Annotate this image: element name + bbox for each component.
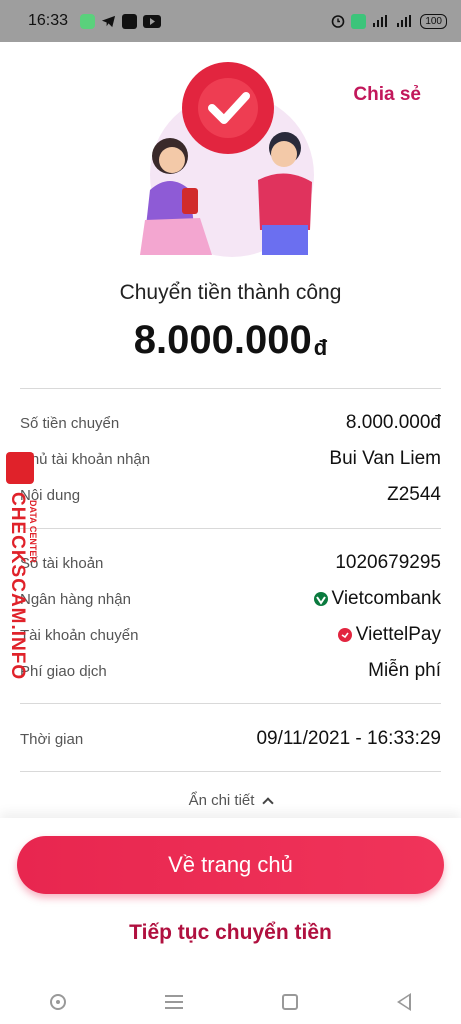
result-title: Chuyển tiền thành công bbox=[119, 281, 342, 304]
notification-icons bbox=[80, 13, 162, 29]
watermark-sub: DATA CENTER bbox=[28, 500, 38, 563]
hide-detail-label: Ẩn chi tiết bbox=[188, 792, 255, 809]
chevron-up-icon bbox=[262, 797, 275, 809]
status-bar: 16:33 100 bbox=[0, 0, 461, 42]
status-time: 16:33 bbox=[28, 12, 69, 29]
bank-name: Vietcombank bbox=[331, 588, 442, 609]
lock-icon bbox=[6, 452, 34, 484]
watermark-brand: CHECKSCAM.INFO bbox=[7, 492, 28, 681]
divider bbox=[20, 703, 441, 704]
detail-value-wallet: ViettelPay bbox=[337, 624, 441, 646]
divider bbox=[20, 771, 441, 772]
amount-value: 8.000.000 bbox=[133, 318, 312, 362]
telegram-icon bbox=[101, 15, 116, 27]
detail-row-recipient: Chủ tài khoản nhận Bui Van Liem bbox=[20, 447, 441, 471]
continue-transfer-link[interactable]: Tiếp tục chuyển tiền bbox=[0, 921, 461, 945]
detail-value: 1020679295 bbox=[335, 552, 441, 573]
battery-icon: 100 bbox=[420, 13, 447, 29]
detail-label: Số tiền chuyển bbox=[20, 414, 120, 432]
detail-row-time: Thời gian 09/11/2021 - 16:33:29 bbox=[20, 727, 441, 751]
hide-detail-toggle[interactable]: Ẩn chi tiết bbox=[0, 792, 461, 809]
detail-value: 8.000.000đ bbox=[345, 412, 441, 433]
detail-label: Thời gian bbox=[20, 730, 84, 748]
detail-value-bank: Vietcombank bbox=[313, 588, 442, 610]
divider bbox=[20, 528, 441, 529]
signal-2-icon bbox=[397, 15, 412, 27]
detail-value: Bui Van Liem bbox=[329, 448, 441, 469]
watermark: CHECKSCAM.INFO DATA CENTER bbox=[2, 452, 50, 680]
home-icon[interactable] bbox=[282, 994, 299, 1010]
app-s-icon bbox=[351, 13, 367, 29]
success-illustration bbox=[140, 62, 314, 257]
recent-apps-icon[interactable] bbox=[164, 995, 183, 1009]
detail-row-source-account: Tài khoản chuyển ViettelPay bbox=[20, 623, 441, 647]
detail-row-account-number: Số tài khoản 1020679295 bbox=[20, 551, 441, 575]
detail-value: Miễn phí bbox=[368, 660, 441, 681]
amount-currency: đ bbox=[313, 335, 328, 360]
alarm-icon bbox=[332, 15, 345, 28]
detail-value: Z2544 bbox=[387, 484, 441, 505]
system-navbar bbox=[0, 980, 461, 1024]
detail-value: 09/11/2021 - 16:33:29 bbox=[256, 728, 441, 749]
system-icons: 100 bbox=[331, 13, 447, 29]
detail-row-amount: Số tiền chuyển 8.000.000đ bbox=[20, 411, 441, 435]
divider bbox=[20, 388, 441, 389]
assistant-icon[interactable] bbox=[49, 994, 66, 1010]
message-icon bbox=[80, 13, 96, 29]
detail-row-bank: Ngân hàng nhận Vietcombank bbox=[20, 587, 441, 611]
youtube-icon bbox=[143, 14, 162, 28]
signal-icon bbox=[373, 15, 388, 27]
back-icon[interactable] bbox=[397, 993, 412, 1011]
detail-row-content: Nội dung Z2544 bbox=[20, 483, 441, 507]
home-button[interactable]: Về trang chủ bbox=[17, 836, 444, 894]
transfer-amount: 8.000.000đ bbox=[0, 318, 461, 363]
detail-row-fee: Phí giao dịch Miễn phí bbox=[20, 659, 441, 683]
shopping-bag-icon bbox=[122, 13, 138, 29]
share-link[interactable]: Chia sẻ bbox=[353, 84, 421, 106]
wallet-name: ViettelPay bbox=[355, 624, 441, 645]
vietcombank-logo-icon bbox=[313, 592, 328, 606]
viettelpay-logo-icon bbox=[337, 628, 352, 642]
